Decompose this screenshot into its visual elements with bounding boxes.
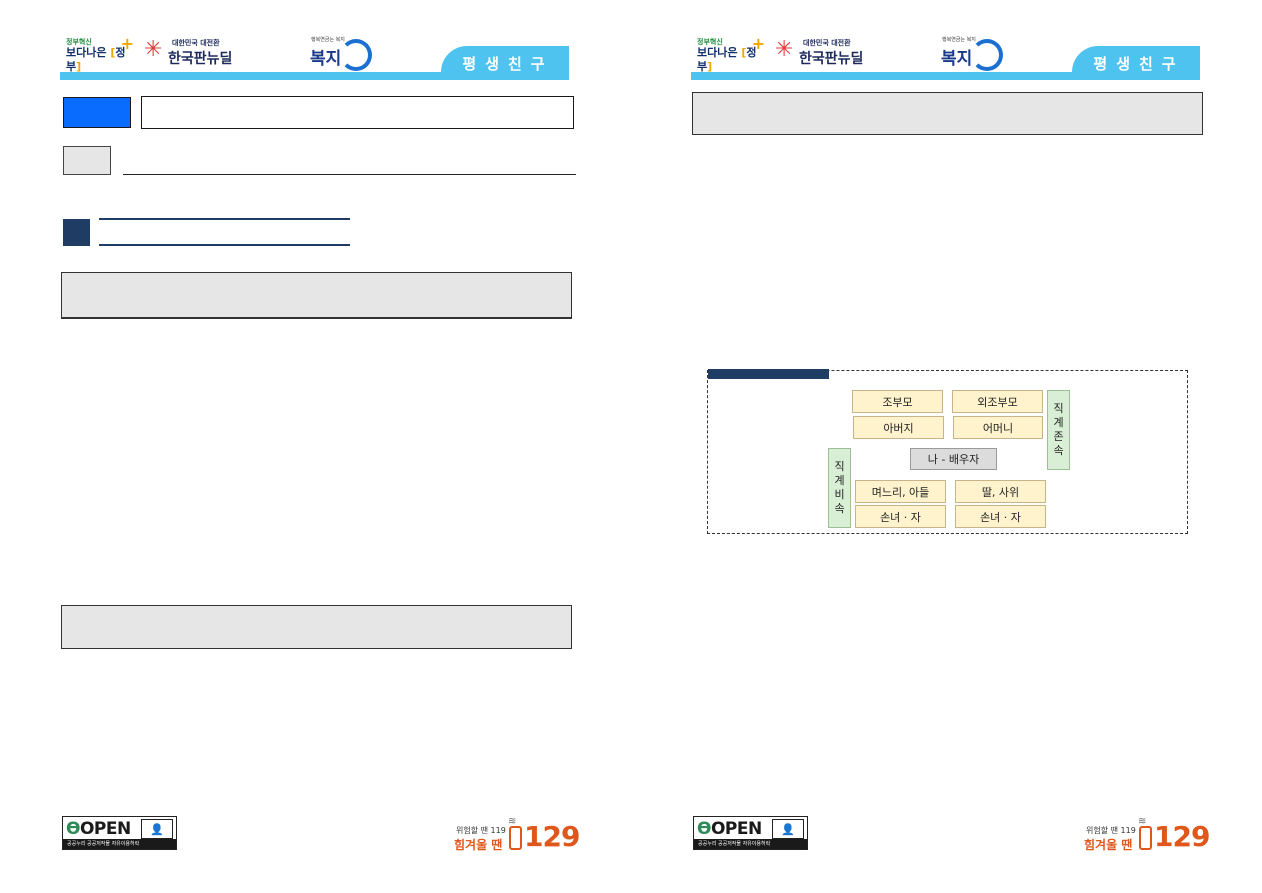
section-marker (63, 219, 90, 246)
family-box-son: 며느리, 아들 (855, 480, 946, 503)
open-o-icon: Ѳ (697, 819, 711, 839)
family-box-grandchildren-2: 손녀 · 자 (955, 505, 1046, 528)
title-tag (63, 97, 131, 128)
welfare-logo: 행복연금는 복지 복지 (939, 34, 1003, 71)
family-box-self-spouse: 나 - 배우자 (910, 448, 997, 470)
ring-icon (340, 39, 372, 71)
plus-icon: + (120, 34, 134, 53)
family-box-grandchildren-1: 손녀 · 자 (855, 505, 946, 528)
subtitle-underline (123, 174, 576, 175)
ring-icon (971, 39, 1003, 71)
header-tab: 평생친구 (1072, 46, 1200, 80)
subtitle-tag (63, 146, 111, 175)
section-rule-top (99, 218, 350, 220)
family-box-father: 아버지 (853, 416, 944, 439)
family-box-grandparents: 조부모 (852, 390, 943, 413)
star-icon: ✳ (775, 37, 794, 62)
content-box-1 (61, 272, 572, 319)
section-rule-bottom (99, 244, 350, 246)
descendant-label: 직계비속 (828, 448, 851, 528)
gov-innovation-logo: 정부혁신 보다나은 [정부] + (697, 34, 765, 73)
left-page: 정부혁신 보다나은 [정부] + ✳ 대한민국 대전환 한국판뉴딜 행복연금는 … (0, 0, 631, 893)
page-header: 정부혁신 보다나은 [정부] + ✳ 대한민국 대전환 한국판뉴딜 행복연금는 … (691, 30, 1200, 80)
plus-icon: + (751, 34, 765, 53)
content-box-2 (61, 605, 572, 649)
title-box (141, 96, 574, 129)
person-icon: 👤 (772, 819, 804, 839)
korean-new-deal-logo: ✳ 대한민국 대전환 한국판뉴딜 (775, 37, 864, 68)
diagram-tag (708, 369, 829, 379)
family-box-mother: 어머니 (953, 416, 1043, 439)
hotline-logo: 위험할 땐 119 힘겨울 땐 ≋ 129 (454, 816, 580, 853)
star-icon: ✳ (144, 37, 163, 62)
person-icon: 👤 (141, 819, 173, 839)
open-license-logo: ѲOPEN 👤 공공누리 공공저작물 자유이용허락 (693, 816, 808, 850)
ascendant-label: 직계존속 (1047, 390, 1070, 470)
hotline-logo: 위험할 땐 119 힘겨울 땐 ≋ 129 (1084, 816, 1210, 853)
family-diagram: 조부모 외조부모 아버지 어머니 나 - 배우자 며느리, 아들 딸, 사위 손… (707, 369, 1188, 534)
gov-innovation-logo: 정부혁신 보다나은 [정부] + (66, 34, 134, 73)
phone-icon (1139, 826, 1152, 850)
open-o-icon: Ѳ (66, 819, 80, 839)
family-box-daughter: 딸, 사위 (955, 480, 1046, 503)
right-page: 정부혁신 보다나은 [정부] + ✳ 대한민국 대전환 한국판뉴딜 행복연금는 … (631, 0, 1262, 893)
korean-new-deal-logo: ✳ 대한민국 대전환 한국판뉴딜 (144, 37, 233, 68)
content-box-3 (692, 92, 1203, 135)
phone-icon (509, 826, 522, 850)
page-header: 정부혁신 보다나은 [정부] + ✳ 대한민국 대전환 한국판뉴딜 행복연금는 … (60, 30, 569, 80)
family-box-maternal-grandparents: 외조부모 (952, 390, 1043, 413)
open-license-logo: ѲOPEN 👤 공공누리 공공저작물 자유이용허락 (62, 816, 177, 850)
header-tab: 평생친구 (441, 46, 569, 80)
welfare-logo: 행복연금는 복지 복지 (308, 34, 372, 71)
